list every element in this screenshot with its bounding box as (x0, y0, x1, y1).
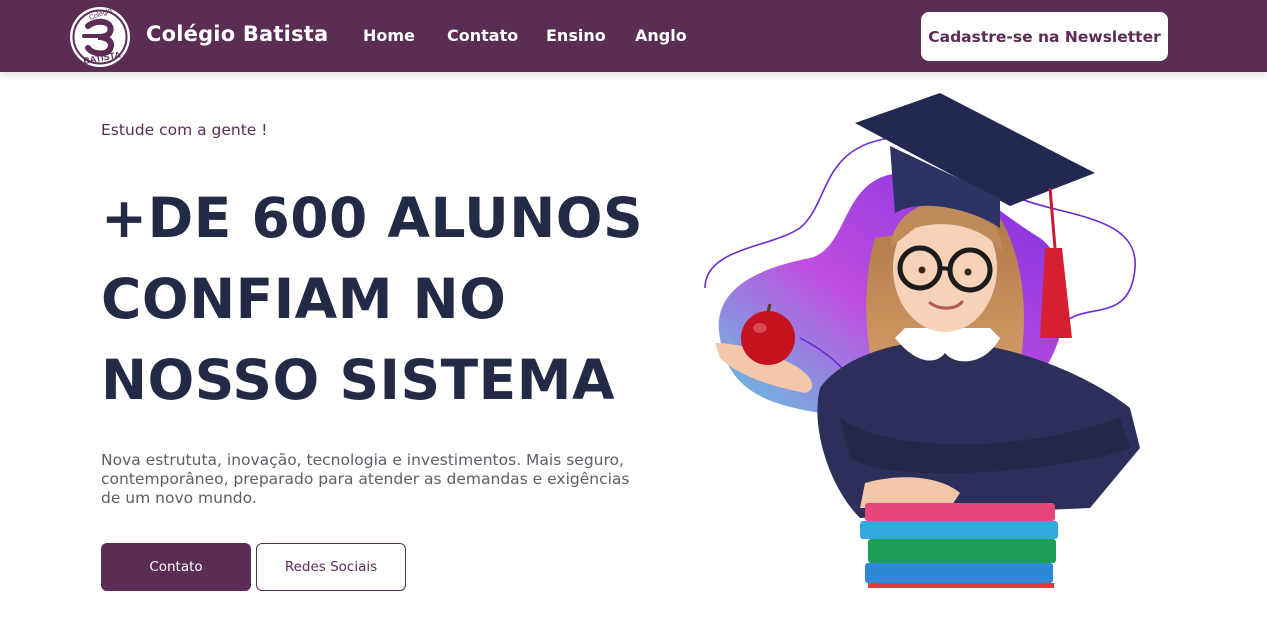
headline-line-3: NOSSO SISTEMA (101, 348, 616, 412)
nav-ensino[interactable]: Ensino (546, 26, 606, 45)
graduate-student-image (704, 93, 1140, 588)
top-navbar: Colégio BATISTA Colégio Batista Home Con… (0, 0, 1267, 72)
logo[interactable]: Colégio BATISTA (68, 6, 132, 68)
logo-emblem: Colégio BATISTA (70, 7, 130, 67)
hero-headline: +DE 600 ALUNOS CONFIAM NO NOSSO SISTEMA (101, 178, 681, 421)
nav-anglo[interactable]: Anglo (635, 26, 687, 45)
newsletter-signup-button[interactable]: Cadastre-se na Newsletter (921, 12, 1168, 61)
headline-line-2: CONFIAM NO (101, 267, 507, 331)
brand-name[interactable]: Colégio Batista (146, 22, 328, 46)
headline-line-1: +DE 600 ALUNOS (101, 186, 644, 250)
contact-button[interactable]: Contato (101, 543, 251, 591)
hero-description: Nova estrututa, inovação, tecnologia e i… (101, 451, 630, 507)
social-networks-button[interactable]: Redes Sociais (256, 543, 406, 591)
nav-contato[interactable]: Contato (447, 26, 518, 45)
nav-home[interactable]: Home (363, 26, 415, 45)
hero-eyebrow: Estude com a gente ! (101, 121, 268, 139)
hero-illustration (700, 88, 1140, 588)
